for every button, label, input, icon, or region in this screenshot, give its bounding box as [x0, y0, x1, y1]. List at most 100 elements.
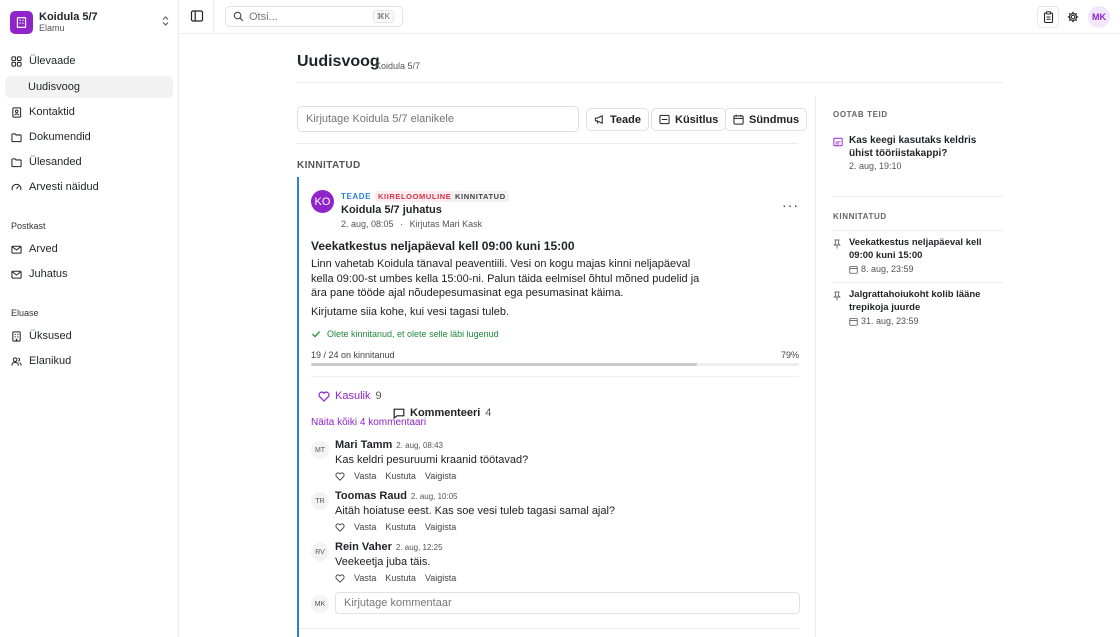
search-box[interactable]: ⌘K — [225, 6, 403, 27]
progress-fill — [311, 363, 697, 366]
sidebar-item-news-feed[interactable]: Uudisvoog — [5, 76, 173, 98]
gear-icon — [1067, 11, 1079, 23]
comment-time: 2. aug, 08:43 — [396, 441, 443, 450]
sidebar-item-label: Üksused — [29, 330, 72, 342]
sidebar-item-board[interactable]: Juhatus — [5, 263, 173, 285]
sidebar-item-tasks[interactable]: Ülesanded — [5, 151, 173, 173]
sidebar-toggle-icon[interactable] — [190, 9, 204, 23]
pinned-item-title: Veekatkestus neljapäeval kell 09:00 kuni… — [849, 237, 982, 261]
post-written-by: Kirjutas Mari Kask — [409, 219, 483, 229]
acknowledged-percent: 79% — [781, 350, 800, 360]
new-event-button[interactable]: Sündmus — [725, 108, 808, 131]
sidebar-item-label: Uudisvoog — [28, 81, 80, 93]
sidebar-item-label: Elanikud — [29, 355, 72, 367]
chevron-up-down-icon — [162, 16, 169, 26]
sidebar-item-invoices[interactable]: Arved — [5, 238, 173, 260]
show-all-comments-link[interactable]: Näita kõiki 4 kommentaari — [311, 417, 426, 428]
sidebar-item-label: Arvesti näidud — [29, 181, 99, 193]
delete-button[interactable]: Kustuta — [385, 522, 416, 532]
helpful-button[interactable]: Kasulik 9 — [318, 390, 382, 402]
reply-button[interactable]: Vasta — [354, 573, 376, 583]
divider — [833, 230, 1003, 231]
divider — [213, 0, 214, 34]
new-poll-button[interactable]: Küsitlus — [651, 108, 727, 131]
post-meta: 2. aug, 08:05 · Kirjutas Mari Kask — [341, 219, 482, 229]
comment-text: Kas keldri pesuruumi kraanid töötavad? — [335, 454, 529, 466]
user-avatar[interactable]: MK — [1088, 6, 1110, 28]
reply-button[interactable]: Vasta — [354, 522, 376, 532]
workspace-type: Elamu — [39, 23, 65, 34]
more-options-icon[interactable]: ··· — [782, 197, 799, 213]
comment-button[interactable]: Kommenteeri 4 — [393, 390, 881, 436]
workspace-switcher[interactable]: Koidula 5/7 Elamu — [10, 9, 170, 35]
page-title: Uudisvoog — [297, 53, 380, 70]
comment-author[interactable]: Toomas Raud — [335, 490, 407, 502]
comment-text: Veekeetja juba täis. — [335, 556, 431, 568]
avatar: RV — [311, 543, 329, 561]
comment-input[interactable] — [335, 592, 800, 614]
sidebar-item-label: Kontaktid — [29, 106, 75, 118]
sidebar-item-overview[interactable]: Ülevaade — [5, 50, 173, 72]
sidebar-item-contacts[interactable]: Kontaktid — [5, 101, 173, 123]
comment-count: 4 — [485, 407, 492, 419]
sidebar-item-label: Juhatus — [29, 268, 68, 280]
acknowledged-status: Olete kinnitanud, et olete selle läbi lu… — [311, 329, 499, 339]
pinned-item[interactable]: Jalgrattahoiukoht kolib lääne trepikoja … — [833, 289, 1003, 329]
sidebar: Koidula 5/7 Elamu Ülevaade Uudisvoog Kon… — [0, 0, 179, 637]
pinned-item-date-text: 31. aug, 23:59 — [861, 316, 919, 326]
heart-icon[interactable] — [335, 573, 345, 583]
delete-button[interactable]: Kustuta — [385, 573, 416, 583]
pinned-item-title: Jalgrattahoiukoht kolib lääne trepikoja … — [849, 289, 981, 313]
avatar: KO — [311, 190, 334, 213]
heart-icon[interactable] — [335, 471, 345, 481]
sidebar-item-units[interactable]: Üksused — [5, 325, 173, 347]
urgent-badge: KIIRELOOMULINE — [375, 191, 455, 202]
new-notice-button[interactable]: Teade — [586, 108, 649, 131]
new-poll-label: Küsitlus — [675, 113, 719, 126]
comment-text: Aitäh hoiatuse eest. Kas soe vesi tuleb … — [335, 505, 616, 517]
sidebar-item-residents[interactable]: Elanikud — [5, 350, 173, 372]
check-icon — [312, 331, 321, 338]
avatar: TR — [311, 492, 329, 510]
delete-button[interactable]: Kustuta — [385, 471, 416, 481]
post-author[interactable]: Koidula 5/7 juhatus — [341, 204, 442, 216]
acknowledged-count: 19 / 24 on kinnitanud — [311, 350, 395, 360]
search-input[interactable] — [249, 10, 369, 23]
waiting-item[interactable]: Kas keegi kasutaks keldris ühist tööriis… — [833, 135, 1003, 175]
pinned-item-date: 8. aug, 23:59 — [849, 264, 914, 274]
comment-author[interactable]: Mari Tamm — [335, 439, 392, 451]
pinned-item[interactable]: Veekatkestus neljapäeval kell 09:00 kuni… — [833, 237, 1003, 277]
sidebar-item-meter-readings[interactable]: Arvesti näidud — [5, 176, 173, 198]
right-panel: OOTAB TEID Kas keegi kasutaks keldris üh… — [815, 96, 1005, 637]
clipboard-button[interactable] — [1037, 6, 1059, 28]
divider — [833, 282, 1003, 283]
comment-author[interactable]: Rein Vaher — [335, 541, 392, 553]
sidebar-item-label: Dokumendid — [29, 131, 91, 143]
waiting-item-title: Kas keegi kasutaks keldris ühist tööriis… — [849, 135, 977, 159]
heart-icon[interactable] — [335, 522, 345, 532]
settings-button[interactable] — [1062, 6, 1084, 28]
comment-time: 2. aug, 10:05 — [410, 492, 458, 501]
reply-button[interactable]: Vasta — [354, 471, 376, 481]
comment-item: TR Toomas Raud 2. aug, 10:05 Aitäh hoiatu… — [311, 490, 799, 536]
pinned-item-date-text: 8. aug, 23:59 — [861, 264, 914, 274]
sidebar-heading-mailbox: Postkast — [11, 221, 46, 231]
post-composer-input[interactable] — [297, 106, 579, 132]
pin-icon — [833, 291, 841, 301]
mute-button[interactable]: Vaigista — [425, 471, 456, 481]
helpful-count: 9 — [375, 390, 382, 402]
building-icon — [12, 330, 21, 342]
grid-icon — [11, 55, 22, 67]
mail-icon — [11, 245, 22, 254]
avatar: MK — [311, 595, 329, 613]
sidebar-item-documents[interactable]: Dokumendid — [5, 126, 173, 148]
divider — [297, 82, 1003, 83]
post-date: 2. aug, 08:05 — [341, 219, 394, 229]
pinned-section-heading: KINNITATUD — [297, 160, 361, 171]
new-notice-label: Teade — [610, 113, 641, 126]
pinned-post: KO TEADE KIIRELOOMULINE KINNITATUD Koidu… — [297, 177, 800, 637]
sidebar-item-label: Ülevaade — [29, 55, 76, 67]
mail-icon — [11, 270, 22, 279]
mute-button[interactable]: Vaigista — [425, 522, 456, 532]
mute-button[interactable]: Vaigista — [425, 573, 456, 583]
